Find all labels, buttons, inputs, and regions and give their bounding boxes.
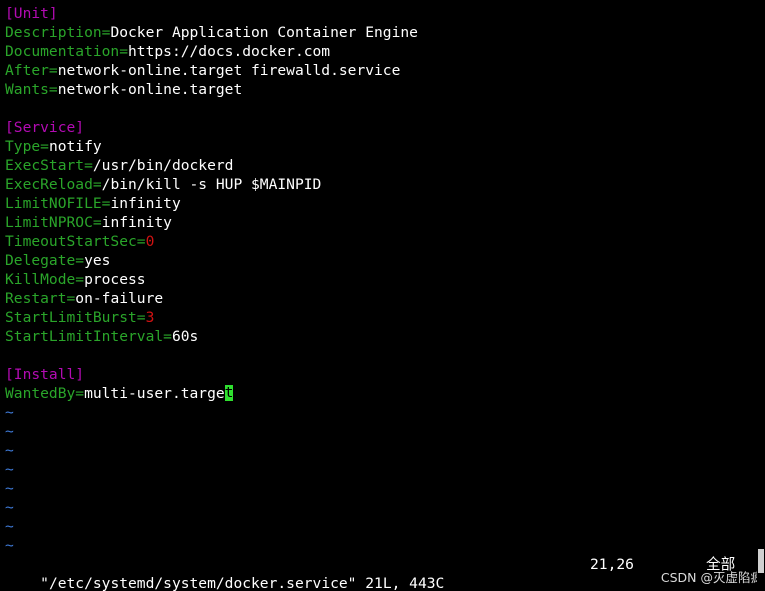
- config-value: 60s: [171, 328, 199, 345]
- section-header-line: [Install]: [5, 365, 755, 384]
- config-value: notify: [48, 138, 102, 155]
- cursor-position: 21,26: [590, 556, 634, 573]
- config-key: ExecStart=: [5, 157, 93, 174]
- config-line: StartLimitInterval=60s: [5, 327, 755, 346]
- config-value: network-online.target firewalld.service: [57, 62, 401, 79]
- config-line: KillMode=process: [5, 270, 755, 289]
- config-value: on-failure: [75, 290, 164, 307]
- config-key: Type=: [5, 138, 49, 155]
- config-value: network-online.target: [57, 81, 243, 98]
- empty-buffer-line: ~: [5, 517, 755, 536]
- tilde-marker: ~: [5, 537, 14, 554]
- empty-buffer-line: ~: [5, 460, 755, 479]
- config-key: Restart=: [5, 290, 76, 307]
- config-line: Description=Docker Application Container…: [5, 23, 755, 42]
- config-key: StartLimitBurst=: [5, 309, 146, 326]
- config-key: After=: [5, 62, 58, 79]
- config-value: infinity: [101, 214, 172, 231]
- config-value: https://docs.docker.com: [128, 43, 331, 60]
- config-value: /bin/kill -s HUP $MAINPID: [101, 176, 322, 193]
- vim-status-line: "/etc/systemd/system/docker.service" 21L…: [5, 555, 755, 591]
- config-line: TimeoutStartSec=0: [5, 232, 755, 251]
- config-key: TimeoutStartSec=: [5, 233, 146, 250]
- tilde-marker: ~: [5, 518, 14, 535]
- terminal-window[interactable]: [Unit] Description=Docker Application Con…: [0, 0, 765, 591]
- config-number-value: 0: [145, 233, 155, 250]
- empty-buffer-line: ~: [5, 403, 755, 422]
- config-value: multi-user.targe: [84, 385, 225, 402]
- config-line: Documentation=https://docs.docker.com: [5, 42, 755, 61]
- config-key: Documentation=: [5, 43, 129, 60]
- config-key: LimitNPROC=: [5, 214, 102, 231]
- tilde-marker: ~: [5, 499, 14, 516]
- empty-buffer-line: ~: [5, 536, 755, 555]
- config-line: Delegate=yes: [5, 251, 755, 270]
- config-key: StartLimitInterval=: [5, 328, 172, 345]
- config-key: ExecReload=: [5, 176, 102, 193]
- tilde-marker: ~: [5, 480, 14, 497]
- config-key: LimitNOFILE=: [5, 195, 111, 212]
- tilde-marker: ~: [5, 404, 14, 421]
- config-line: StartLimitBurst=3: [5, 308, 755, 327]
- config-line: Type=notify: [5, 137, 755, 156]
- empty-buffer-line: ~: [5, 479, 755, 498]
- tilde-marker: ~: [5, 442, 14, 459]
- tilde-marker: ~: [5, 461, 14, 478]
- empty-buffer-line: ~: [5, 498, 755, 517]
- config-key: Wants=: [5, 81, 58, 98]
- config-value: infinity: [110, 195, 181, 212]
- vim-editor-buffer[interactable]: [Unit] Description=Docker Application Con…: [5, 4, 755, 555]
- scrollbar-thumb[interactable]: [758, 549, 764, 573]
- csdn-watermark: CSDN @灭虚陷疯: [660, 570, 763, 585]
- section-header-line: [Unit]: [5, 4, 755, 23]
- config-value: /usr/bin/dockerd: [92, 157, 234, 174]
- section-header: [Unit]: [5, 5, 58, 22]
- config-key: Delegate=: [5, 252, 85, 269]
- config-line: LimitNOFILE=infinity: [5, 194, 755, 213]
- config-line: WantedBy=multi-user.target: [5, 384, 755, 403]
- config-key: Description=: [5, 24, 111, 41]
- config-line: LimitNPROC=infinity: [5, 213, 755, 232]
- tilde-marker: ~: [5, 423, 14, 440]
- empty-buffer-line: ~: [5, 441, 755, 460]
- config-line: After=network-online.target firewalld.se…: [5, 61, 755, 80]
- config-line: ExecStart=/usr/bin/dockerd: [5, 156, 755, 175]
- config-line: Restart=on-failure: [5, 289, 755, 308]
- scrollbar[interactable]: [757, 0, 765, 591]
- section-header-line: [Service]: [5, 118, 755, 137]
- section-header: [Install]: [5, 366, 85, 383]
- text-cursor: t: [224, 384, 234, 401]
- config-key: KillMode=: [5, 271, 85, 288]
- config-key: WantedBy=: [5, 385, 85, 402]
- config-line: ExecReload=/bin/kill -s HUP $MAINPID: [5, 175, 755, 194]
- config-number-value: 3: [145, 309, 155, 326]
- config-line: Wants=network-online.target: [5, 80, 755, 99]
- config-value: process: [84, 271, 146, 288]
- file-info: "/etc/systemd/system/docker.service" 21L…: [40, 575, 445, 591]
- empty-buffer-line: ~: [5, 422, 755, 441]
- section-header: [Service]: [5, 119, 85, 136]
- config-value: yes: [84, 252, 111, 269]
- config-value: Docker Application Container Engine: [110, 24, 418, 41]
